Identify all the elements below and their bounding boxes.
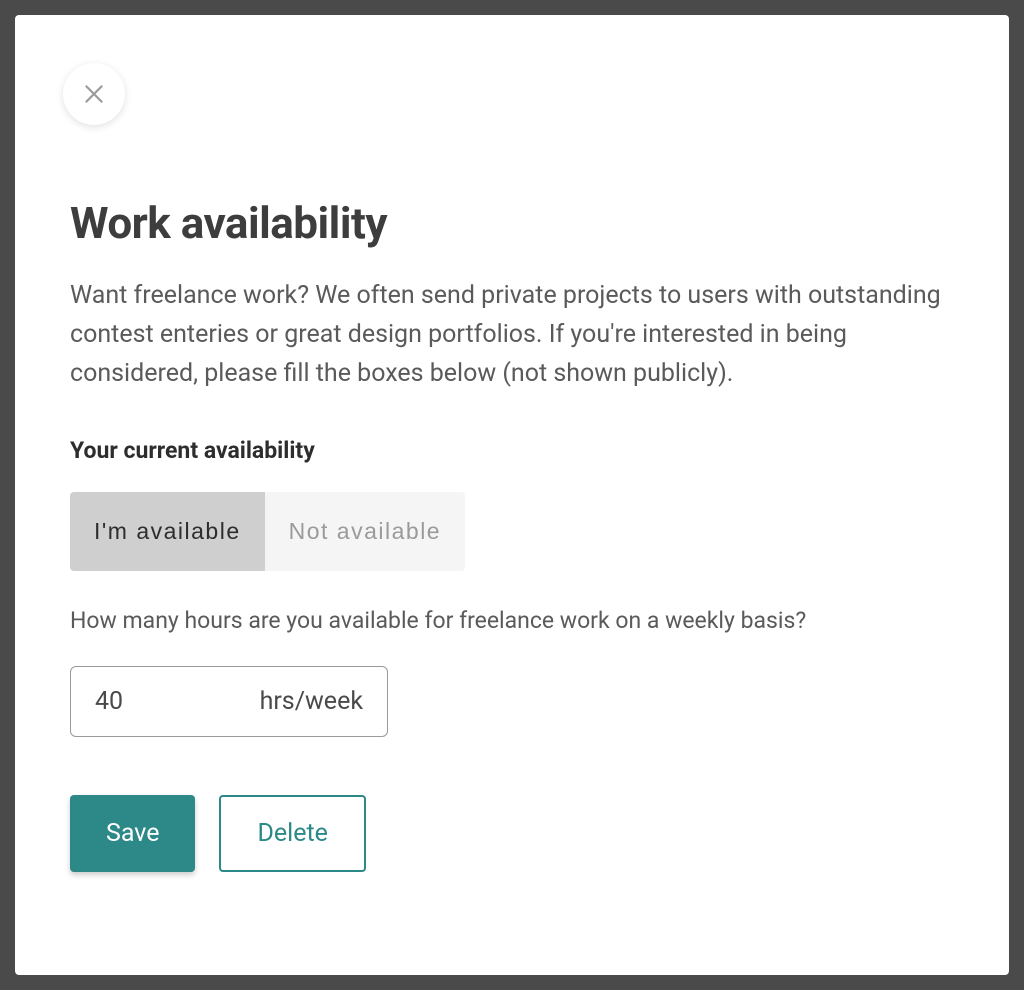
hours-input-wrapper: hrs/week: [70, 666, 388, 737]
work-availability-modal: Work availability Want freelance work? W…: [15, 15, 1009, 975]
hours-question: How many hours are you available for fre…: [70, 607, 950, 634]
hours-suffix: hrs/week: [260, 687, 363, 716]
button-row: Save Delete: [70, 795, 950, 872]
close-icon: [81, 81, 107, 107]
modal-title: Work availability: [70, 197, 950, 249]
hours-input[interactable]: [95, 687, 175, 716]
close-button[interactable]: [63, 63, 125, 125]
delete-button[interactable]: Delete: [219, 795, 365, 872]
availability-toggle-group: I'm available Not available: [70, 492, 465, 571]
not-available-toggle[interactable]: Not available: [265, 492, 465, 571]
save-button[interactable]: Save: [70, 795, 195, 872]
modal-backdrop: Work availability Want freelance work? W…: [0, 0, 1024, 990]
availability-label: Your current availability: [70, 437, 950, 464]
modal-description: Want freelance work? We often send priva…: [70, 277, 950, 393]
available-toggle[interactable]: I'm available: [70, 492, 265, 571]
modal-content: Work availability Want freelance work? W…: [70, 197, 950, 872]
